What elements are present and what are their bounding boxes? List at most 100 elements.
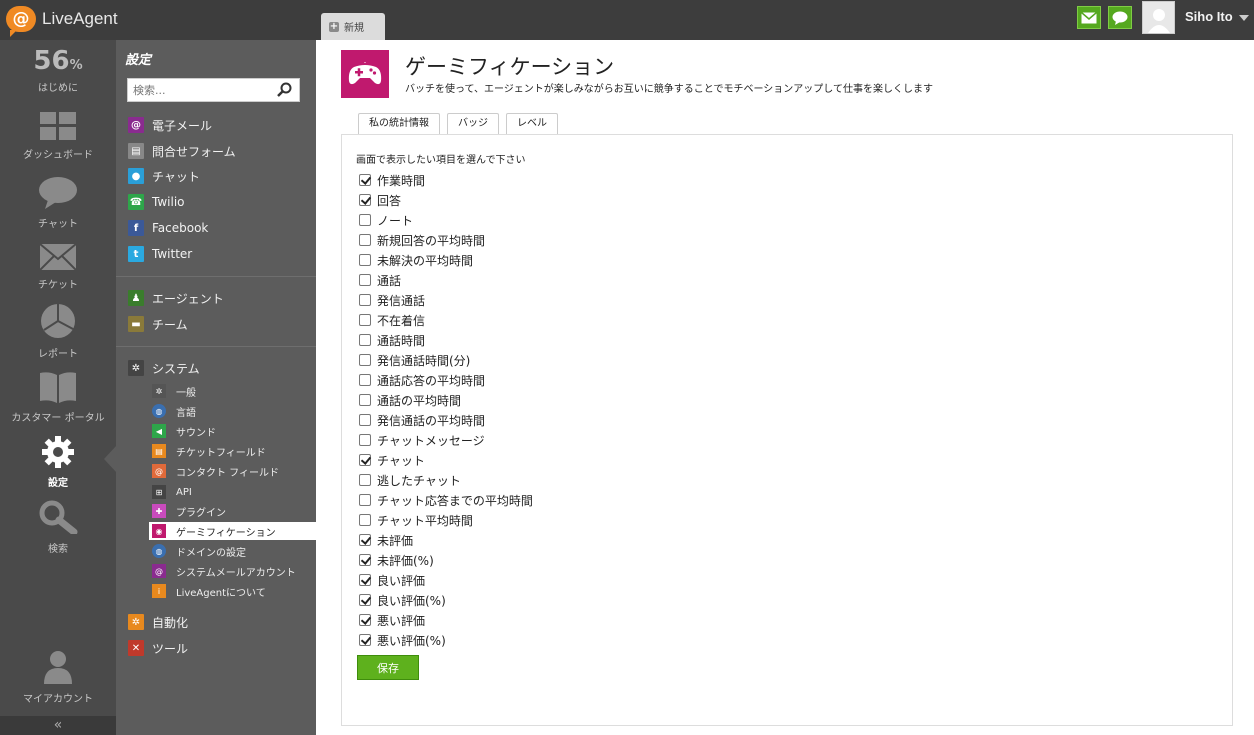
submenu-item-ticket-fields[interactable]: ▤ チケットフィールド <box>152 442 266 460</box>
agents-icon: ♟ <box>128 290 144 306</box>
stat-checkbox[interactable] <box>359 394 371 406</box>
stat-checkbox[interactable] <box>359 494 371 506</box>
menu-item-tools[interactable]: ✕ ツール <box>128 638 188 658</box>
stat-option[interactable]: 通話 <box>359 272 401 288</box>
rail-item-my-account[interactable]: マイアカウント <box>0 650 116 705</box>
stat-option[interactable]: 回答 <box>359 192 401 208</box>
stat-checkbox[interactable] <box>359 354 371 366</box>
stat-option[interactable]: チャットメッセージ <box>359 432 485 448</box>
menu-item-facebook[interactable]: f Facebook <box>128 218 208 238</box>
stat-checkbox[interactable] <box>359 614 371 626</box>
stat-checkbox[interactable] <box>359 254 371 266</box>
stat-option[interactable]: 悪い評価 <box>359 612 425 628</box>
stat-checkbox[interactable] <box>359 274 371 286</box>
submenu-item-sound[interactable]: ◀ サウンド <box>152 422 216 440</box>
collapse-button[interactable]: « <box>0 716 116 735</box>
search-icon[interactable] <box>277 82 293 101</box>
tab-levels[interactable]: レベル <box>506 113 558 134</box>
submenu-item-contact-fields[interactable]: @ コンタクト フィールド <box>152 462 279 480</box>
stat-checkbox[interactable] <box>359 174 371 186</box>
stat-checkbox[interactable] <box>359 214 371 226</box>
rail-item-dashboard[interactable]: ダッシュボード <box>0 112 116 161</box>
submenu-item-api[interactable]: ⊞ API <box>152 483 192 501</box>
api-icon: ⊞ <box>152 485 166 499</box>
menu-item-email[interactable]: @ 電子メール <box>128 115 212 135</box>
menu-item-twilio[interactable]: ☎ Twilio <box>128 192 185 212</box>
new-email-button[interactable] <box>1077 6 1101 29</box>
submenu-item-domain-settings[interactable]: ◍ ドメインの設定 <box>152 542 246 560</box>
stat-checkbox[interactable] <box>359 574 371 586</box>
app-logo[interactable]: @ LiveAgent <box>6 5 118 37</box>
stat-checkbox[interactable] <box>359 314 371 326</box>
menu-item-automation[interactable]: ✲ 自動化 <box>128 612 188 632</box>
user-name[interactable]: Siho Ito <box>1185 9 1233 24</box>
stat-option[interactable]: 通話時間 <box>359 332 425 348</box>
menu-item-agents[interactable]: ♟ エージェント <box>128 288 224 308</box>
stat-option[interactable]: 通話応答の平均時間 <box>359 372 485 388</box>
submenu-item-language[interactable]: ◍ 言語 <box>152 402 196 420</box>
new-chat-button[interactable] <box>1108 6 1132 29</box>
stat-checkbox[interactable] <box>359 414 371 426</box>
stat-option-label: 逃したチャット <box>377 473 461 488</box>
save-button[interactable]: 保存 <box>357 655 419 680</box>
stat-option[interactable]: 未評価(%) <box>359 552 434 568</box>
menu-search-input[interactable] <box>128 79 268 101</box>
rail-item-reports[interactable]: レポート <box>0 303 116 360</box>
tab-my-stats[interactable]: 私の統計情報 <box>358 113 440 134</box>
stat-option[interactable]: 逃したチャット <box>359 472 461 488</box>
submenu-item-system-mail-accounts[interactable]: @ システムメールアカウント <box>152 562 296 580</box>
submenu-item-general[interactable]: ✲ 一般 <box>152 382 196 400</box>
stat-option[interactable]: 発信通話 <box>359 292 425 308</box>
stat-checkbox[interactable] <box>359 374 371 386</box>
submenu-item-label: コンタクト フィールド <box>176 467 279 479</box>
submenu-item-plugins[interactable]: ✚ プラグイン <box>152 502 226 520</box>
stat-checkbox[interactable] <box>359 594 371 606</box>
stat-checkbox[interactable] <box>359 434 371 446</box>
stat-option-label: チャット応答までの平均時間 <box>377 493 533 508</box>
stat-option[interactable]: 発信通話時間(分) <box>359 352 470 368</box>
stat-checkbox[interactable] <box>359 554 371 566</box>
stat-checkbox[interactable] <box>359 334 371 346</box>
submenu-item-gamification[interactable]: ◉ ゲーミフィケーション <box>149 522 316 540</box>
info-icon: i <box>152 584 166 598</box>
stat-option[interactable]: 作業時間 <box>359 172 425 188</box>
stat-option[interactable]: 良い評価(%) <box>359 592 446 608</box>
rail-item-chat[interactable]: チャット <box>0 177 116 230</box>
rail-item-getting-started[interactable]: 56% はじめに <box>0 46 116 94</box>
stat-checkbox[interactable] <box>359 194 371 206</box>
user-avatar[interactable] <box>1142 1 1175 34</box>
tab-badges[interactable]: バッジ <box>447 113 499 134</box>
stat-checkbox[interactable] <box>359 514 371 526</box>
stat-option[interactable]: 発信通話の平均時間 <box>359 412 485 428</box>
new-tab-button[interactable]: + 新規 <box>321 13 385 40</box>
stat-option[interactable]: ノート <box>359 212 413 228</box>
gamepad-icon: ◉ <box>152 524 166 538</box>
menu-item-chat[interactable]: ● チャット <box>128 166 200 186</box>
submenu-item-about[interactable]: i LiveAgentについて <box>152 582 266 600</box>
stat-option[interactable]: チャット平均時間 <box>359 512 473 528</box>
stat-checkbox[interactable] <box>359 634 371 646</box>
stat-checkbox[interactable] <box>359 534 371 546</box>
stat-option[interactable]: 未評価 <box>359 532 413 548</box>
stat-checkbox[interactable] <box>359 474 371 486</box>
user-menu-caret-icon[interactable] <box>1239 15 1249 21</box>
stat-option[interactable]: 新規回答の平均時間 <box>359 232 485 248</box>
stat-option[interactable]: 不在着信 <box>359 312 425 328</box>
menu-item-system[interactable]: ✲ システム <box>128 358 200 378</box>
menu-item-contact-form[interactable]: ▤ 問合せフォーム <box>128 141 236 161</box>
stat-option[interactable]: 良い評価 <box>359 572 425 588</box>
stat-option[interactable]: 悪い評価(%) <box>359 632 446 648</box>
stat-checkbox[interactable] <box>359 454 371 466</box>
stat-option[interactable]: チャット <box>359 452 425 468</box>
menu-item-twitter[interactable]: t Twitter <box>128 244 192 264</box>
rail-item-settings[interactable]: 設定 <box>0 436 116 489</box>
rail-item-tickets[interactable]: チケット <box>0 243 116 291</box>
stat-option[interactable]: チャット応答までの平均時間 <box>359 492 533 508</box>
stat-checkbox[interactable] <box>359 234 371 246</box>
menu-item-teams[interactable]: ▬ チーム <box>128 314 188 334</box>
stat-checkbox[interactable] <box>359 294 371 306</box>
rail-item-customer-portal[interactable]: カスタマー ポータル <box>0 371 116 424</box>
stat-option[interactable]: 通話の平均時間 <box>359 392 461 408</box>
stat-option[interactable]: 未解決の平均時間 <box>359 252 473 268</box>
rail-item-search[interactable]: 検索 <box>0 500 116 555</box>
